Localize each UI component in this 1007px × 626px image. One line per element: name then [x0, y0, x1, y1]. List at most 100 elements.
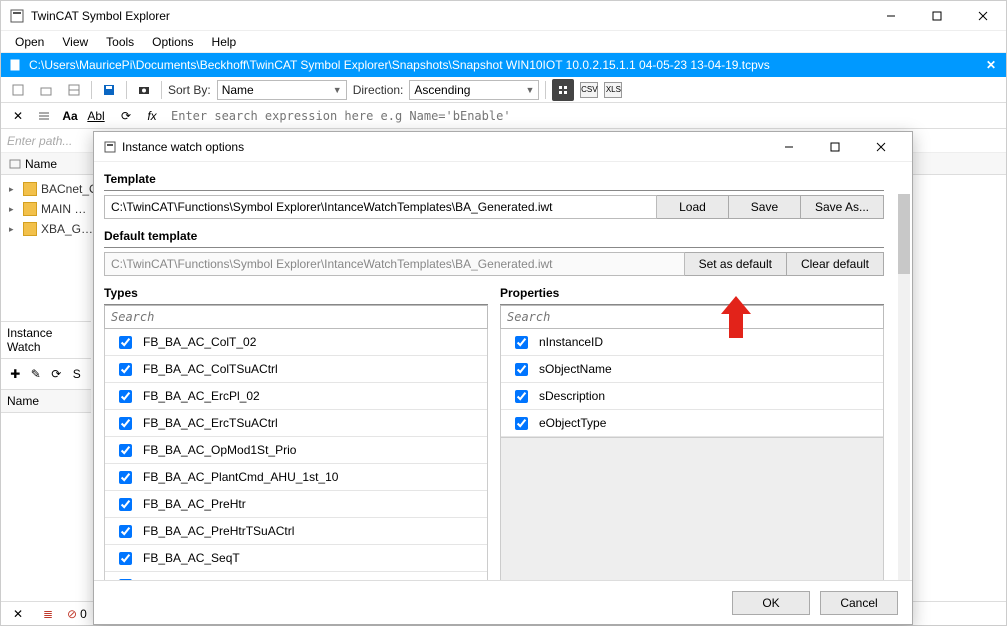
menu-view[interactable]: View — [54, 33, 96, 51]
edit-row-icon[interactable]: ✎ — [28, 363, 45, 385]
app-icon — [9, 8, 25, 24]
property-checkbox[interactable] — [515, 363, 528, 376]
list-item[interactable]: FB_BA_AC_ColT_02 — [105, 329, 487, 356]
maximize-button[interactable] — [914, 1, 960, 30]
properties-list[interactable]: nInstanceID sObjectName sDescription eOb… — [500, 329, 884, 438]
list-item[interactable]: FB_BA_AC_ErcTSuACtrl — [105, 410, 487, 437]
instance-watch-options-dialog: Instance watch options Template Load Sav… — [93, 131, 913, 625]
properties-search-input[interactable] — [500, 305, 884, 329]
type-label: FB_BA_AC_ColTSuACtrl — [143, 362, 278, 376]
fx-icon[interactable]: fx — [141, 105, 163, 127]
list-item[interactable]: FB_BA_AC_PreHtr — [105, 491, 487, 518]
clear-filter-icon[interactable]: ✕ — [7, 105, 29, 127]
add-row-icon[interactable]: ✚ — [7, 363, 24, 385]
new-icon[interactable] — [7, 79, 29, 101]
status-list-icon[interactable]: ≣ — [37, 603, 59, 625]
type-label: FB_BA_AC_ErcTSuACtrl — [143, 416, 278, 430]
list-item[interactable]: FB_BA_AC_SumNgtCol — [105, 572, 487, 580]
document-icon — [7, 57, 23, 73]
breadcrumb-close-icon[interactable]: ✕ — [982, 58, 1000, 72]
direction-value: Ascending — [414, 83, 523, 97]
chevron-down-icon: ▼ — [333, 85, 342, 95]
save-icon[interactable] — [98, 79, 120, 101]
type-checkbox[interactable] — [119, 363, 132, 376]
type-checkbox[interactable] — [119, 498, 132, 511]
save-as-button[interactable]: Save As... — [801, 195, 884, 219]
list-item[interactable]: FB_BA_AC_ErcPl_02 — [105, 383, 487, 410]
property-checkbox[interactable] — [515, 417, 528, 430]
dialog-minimize-button[interactable] — [766, 132, 812, 161]
dialog-scrollbar[interactable] — [898, 194, 910, 580]
sortby-label: Sort By: — [168, 83, 211, 97]
path-placeholder: Enter path... — [7, 134, 72, 148]
stop-watch-icon[interactable]: S — [69, 363, 86, 385]
list-item[interactable]: FB_BA_AC_PreHtrTSuACtrl — [105, 518, 487, 545]
list-item[interactable]: FB_BA_AC_SeqT — [105, 545, 487, 572]
clear-default-button[interactable]: Clear default — [787, 252, 884, 276]
properties-header: Properties — [500, 282, 884, 305]
type-checkbox[interactable] — [119, 390, 132, 403]
chevron-right-icon: ▸ — [9, 224, 19, 235]
type-label: FB_BA_AC_ColT_02 — [143, 335, 256, 349]
toolbar-primary: Sort By: Name ▼ Direction: Ascending ▼ C… — [1, 77, 1006, 103]
list-item[interactable]: FB_BA_AC_PlantCmd_AHU_1st_10 — [105, 464, 487, 491]
type-checkbox[interactable] — [119, 417, 132, 430]
list-item[interactable]: FB_BA_AC_ColTSuACtrl — [105, 356, 487, 383]
type-checkbox[interactable] — [119, 525, 132, 538]
list-item[interactable]: eObjectType — [501, 410, 883, 437]
export-xls-button[interactable]: XLS — [604, 82, 622, 98]
list-item[interactable]: sDescription — [501, 383, 883, 410]
search-expression-input[interactable] — [167, 106, 1000, 126]
cancel-button[interactable]: Cancel — [820, 591, 898, 615]
properties-empty-area — [500, 438, 884, 580]
open-icon[interactable] — [35, 79, 57, 101]
error-badge[interactable]: ⊘ 0 — [67, 607, 87, 621]
export-csv-button[interactable]: CSV — [580, 82, 598, 98]
property-checkbox[interactable] — [515, 336, 528, 349]
status-clear-icon[interactable]: ✕ — [7, 603, 29, 625]
error-count: 0 — [80, 607, 87, 621]
types-list[interactable]: FB_BA_AC_ColT_02 FB_BA_AC_ColTSuACtrl FB… — [104, 329, 488, 580]
type-checkbox[interactable] — [119, 444, 132, 457]
type-label: FB_BA_AC_PlantCmd_AHU_1st_10 — [143, 470, 338, 484]
menu-options[interactable]: Options — [144, 33, 201, 51]
filter-list-icon[interactable] — [33, 105, 55, 127]
main-window: TwinCAT Symbol Explorer Open View Tools … — [0, 0, 1007, 626]
set-as-default-button[interactable]: Set as default — [685, 252, 787, 276]
direction-select[interactable]: Ascending ▼ — [409, 80, 539, 100]
type-checkbox[interactable] — [119, 552, 132, 565]
export-grid-icon[interactable] — [552, 79, 574, 101]
list-item[interactable]: FB_BA_AC_OpMod1St_Prio — [105, 437, 487, 464]
type-checkbox[interactable] — [119, 579, 132, 581]
match-case-icon[interactable]: Aa — [59, 105, 81, 127]
refresh-watch-icon[interactable]: ⟳ — [48, 363, 65, 385]
load-button[interactable]: Load — [657, 195, 729, 219]
property-checkbox[interactable] — [515, 390, 528, 403]
refresh-icon[interactable]: ⟳ — [115, 105, 137, 127]
minimize-button[interactable] — [868, 1, 914, 30]
list-item[interactable]: nInstanceID — [501, 329, 883, 356]
sortby-select[interactable]: Name ▼ — [217, 80, 347, 100]
types-search-input[interactable] — [104, 305, 488, 329]
type-checkbox[interactable] — [119, 471, 132, 484]
list-item[interactable]: sObjectName — [501, 356, 883, 383]
save-button[interactable]: Save — [729, 195, 801, 219]
breadcrumb: C:\Users\MauricePi\Documents\Beckhoff\Tw… — [1, 53, 1006, 77]
template-path-input[interactable] — [104, 195, 657, 219]
toggle-icon[interactable] — [63, 79, 85, 101]
close-button[interactable] — [960, 1, 1006, 30]
dialog-maximize-button[interactable] — [812, 132, 858, 161]
tree-item-label: XBA_G… — [41, 222, 93, 236]
toolbar-search: ✕ Aa Abl ⟳ fx — [1, 103, 1006, 129]
type-checkbox[interactable] — [119, 336, 132, 349]
breadcrumb-path: C:\Users\MauricePi\Documents\Beckhoff\Tw… — [29, 58, 976, 72]
camera-icon[interactable] — [133, 79, 155, 101]
menu-open[interactable]: Open — [7, 33, 52, 51]
ok-button[interactable]: OK — [732, 591, 810, 615]
dialog-close-button[interactable] — [858, 132, 904, 161]
underline-match-icon[interactable]: Abl — [85, 105, 107, 127]
template-section-label: Template — [104, 168, 884, 191]
types-column: Types FB_BA_AC_ColT_02 FB_BA_AC_ColTSuAC… — [104, 282, 488, 580]
menu-help[interactable]: Help — [204, 33, 245, 51]
menu-tools[interactable]: Tools — [98, 33, 142, 51]
